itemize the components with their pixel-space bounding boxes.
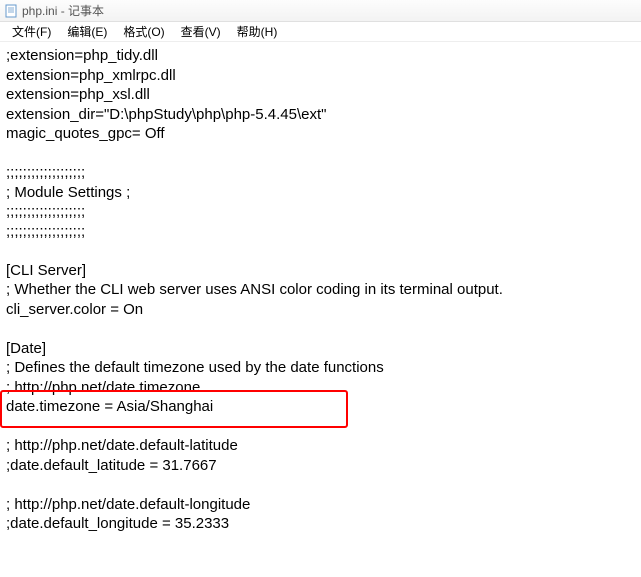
text-line: extension_dir="D:\phpStudy\php\php-5.4.4… (6, 105, 635, 125)
text-line: date.timezone = Asia/Shanghai (6, 397, 635, 417)
text-line (6, 144, 635, 164)
window-titlebar: php.ini - 记事本 (0, 0, 641, 22)
text-line: ; Whether the CLI web server uses ANSI c… (6, 280, 635, 300)
text-line (6, 241, 635, 261)
text-line (6, 319, 635, 339)
text-line: ;extension=php_tidy.dll (6, 46, 635, 66)
text-line: ;;;;;;;;;;;;;;;;;;; (6, 222, 635, 242)
text-line (6, 475, 635, 495)
text-line: ;;;;;;;;;;;;;;;;;;; (6, 163, 635, 183)
text-line: extension=php_xsl.dll (6, 85, 635, 105)
menu-format[interactable]: 格式(O) (115, 21, 172, 42)
text-line: extension=php_xmlrpc.dll (6, 66, 635, 86)
menu-help[interactable]: 帮助(H) (229, 21, 286, 42)
text-line: [Date] (6, 339, 635, 359)
text-line: magic_quotes_gpc= Off (6, 124, 635, 144)
text-line: ; http://php.net/date.default-latitude (6, 436, 635, 456)
text-line: ;date.default_longitude = 35.2333 (6, 514, 635, 534)
text-line: ; Module Settings ; (6, 183, 635, 203)
window-title: php.ini - 记事本 (22, 2, 104, 19)
text-editor-content[interactable]: ;extension=php_tidy.dllextension=php_xml… (0, 42, 641, 577)
text-line: cli_server.color = On (6, 300, 635, 320)
text-line: ; http://php.net/date.timezone (6, 378, 635, 398)
text-line: ; Defines the default timezone used by t… (6, 358, 635, 378)
menu-file[interactable]: 文件(F) (4, 21, 59, 42)
notepad-icon (4, 4, 18, 18)
text-line: ; http://php.net/date.default-longitude (6, 495, 635, 515)
menu-view[interactable]: 查看(V) (173, 21, 229, 42)
menu-edit[interactable]: 编辑(E) (59, 21, 115, 42)
text-line (6, 417, 635, 437)
text-line: [CLI Server] (6, 261, 635, 281)
text-line: ;;;;;;;;;;;;;;;;;;; (6, 202, 635, 222)
menubar: 文件(F) 编辑(E) 格式(O) 查看(V) 帮助(H) (0, 22, 641, 42)
text-line: ;date.default_latitude = 31.7667 (6, 456, 635, 476)
